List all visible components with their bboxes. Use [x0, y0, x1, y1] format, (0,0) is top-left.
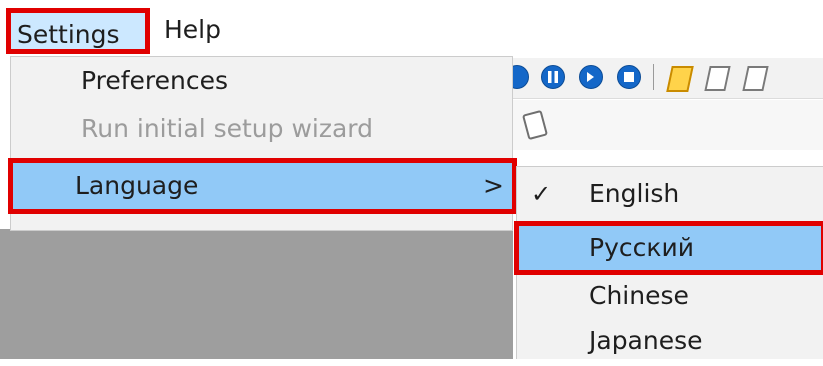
document-icon[interactable]: [704, 66, 731, 91]
menu-help[interactable]: Help: [164, 8, 244, 54]
language-option-english[interactable]: ✓ English: [517, 169, 823, 219]
menu-item-setup-wizard: Run initial setup wizard: [11, 105, 512, 153]
menu-item-label: Run initial setup wizard: [81, 114, 373, 143]
menu-bar: Settings Help: [0, 0, 823, 56]
workspace-area: [0, 229, 513, 359]
toolbar-divider: [653, 64, 654, 90]
menu-item-preferences[interactable]: Preferences: [11, 57, 512, 105]
language-option-russian[interactable]: Русский: [514, 221, 823, 275]
settings-dropdown: Preferences Run initial setup wizard Lan…: [8, 56, 517, 231]
language-option-label: Русский: [589, 233, 694, 262]
pause-icon[interactable]: [541, 65, 565, 89]
menu-item-label: Language: [75, 171, 199, 200]
toolbar: [505, 58, 823, 99]
chevron-right-icon: >: [483, 171, 504, 200]
clipboard-icon[interactable]: [521, 109, 549, 141]
menu-settings[interactable]: Settings: [6, 8, 150, 54]
language-submenu: ✓ English Русский Chinese Japanese: [514, 166, 823, 359]
language-option-label: Chinese: [589, 281, 689, 310]
language-option-label: English: [589, 179, 680, 208]
next-icon[interactable]: [579, 65, 603, 89]
document-icon[interactable]: [742, 66, 769, 91]
menu-item-language[interactable]: Language >: [8, 158, 517, 214]
script-icon[interactable]: [666, 66, 694, 92]
stop-icon[interactable]: [617, 65, 641, 89]
secondary-toolbar: [513, 100, 823, 150]
checkmark-icon: ✓: [531, 180, 552, 208]
language-option-chinese[interactable]: Chinese: [517, 271, 823, 321]
menu-item-label: Preferences: [81, 66, 229, 95]
